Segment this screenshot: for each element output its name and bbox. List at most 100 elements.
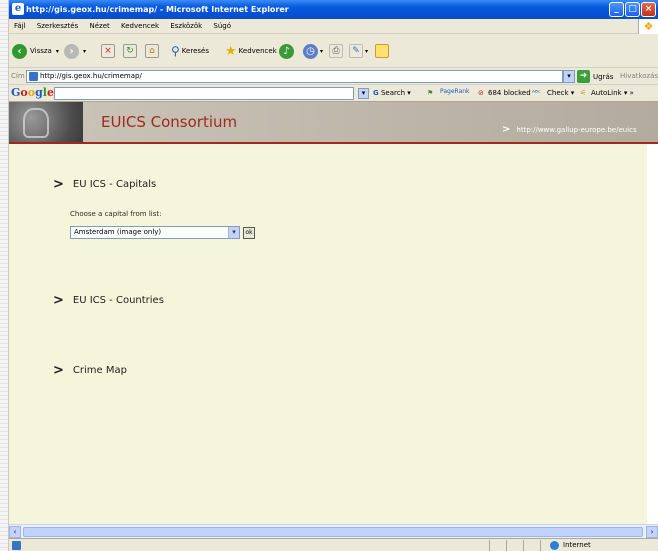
capital-select[interactable]: Amsterdam (image only) ▾ bbox=[70, 226, 240, 239]
status-bar: Internet bbox=[9, 538, 658, 551]
status-divider bbox=[540, 540, 541, 551]
banner-url: http://www.gallup-europe.be/euics bbox=[516, 126, 637, 134]
go-label: Ugrás bbox=[593, 72, 614, 81]
pagerank-icon: ⚑ bbox=[427, 89, 434, 97]
menu-favorites[interactable]: Kedvencek bbox=[121, 22, 159, 30]
section-countries[interactable]: > EU ICS - Countries bbox=[53, 293, 164, 308]
star-icon: ★ bbox=[225, 43, 237, 59]
menu-view[interactable]: Nézet bbox=[89, 22, 109, 30]
zone-label: Internet bbox=[563, 541, 591, 549]
address-dropdown-icon[interactable]: ▾ bbox=[563, 70, 575, 83]
section-crimemap-title: Crime Map bbox=[72, 365, 127, 376]
google-toolbar: Google ▾ ▾ G Search ▾ ⚑ PageRank ⊘ 684 b… bbox=[9, 85, 658, 102]
windows-logo-icon: ❖ bbox=[638, 19, 658, 34]
vertical-scrollbar-area bbox=[647, 144, 658, 524]
history-dropdown-icon[interactable]: ▾ bbox=[320, 48, 323, 55]
stop-icon: × bbox=[101, 44, 115, 58]
google-search-button[interactable]: G Search ▾ bbox=[373, 89, 411, 97]
popup-blocked-count[interactable]: 684 blocked bbox=[488, 89, 531, 97]
check-button[interactable]: Check ▾ bbox=[547, 89, 574, 97]
forward-button[interactable]: › ▾ bbox=[64, 42, 86, 60]
title-bar: e http://gis.geox.hu/crimemap/ - Microso… bbox=[9, 0, 658, 19]
google-logo[interactable]: Google ▾ bbox=[11, 86, 60, 101]
favorites-button[interactable]: ★ Kedvencek bbox=[225, 42, 277, 60]
banner-logo-image bbox=[9, 102, 83, 142]
autolink-button[interactable]: AutoLink ▾ » bbox=[591, 89, 634, 97]
back-arrow-icon: ‹ bbox=[12, 43, 27, 59]
discuss-button[interactable] bbox=[375, 42, 389, 60]
google-search-dropdown-icon[interactable]: ▾ bbox=[358, 88, 369, 99]
browser-window: e http://gis.geox.hu/crimemap/ - Microso… bbox=[0, 0, 658, 551]
favorites-label: Kedvencek bbox=[238, 47, 277, 55]
back-label: Vissza bbox=[30, 47, 52, 55]
history-button[interactable]: ◷ ▾ bbox=[303, 42, 323, 60]
google-search-label: Search bbox=[380, 89, 406, 97]
edit-icon: ✎ bbox=[349, 44, 363, 58]
security-zone: Internet bbox=[550, 539, 591, 551]
choose-capital-label: Choose a capital from list: bbox=[70, 210, 162, 218]
globe-icon bbox=[550, 541, 559, 550]
section-capitals[interactable]: > EU ICS - Capitals bbox=[53, 177, 156, 192]
home-icon: ⌂ bbox=[145, 44, 159, 58]
print-button[interactable]: ⎙ bbox=[329, 42, 343, 60]
status-divider bbox=[506, 540, 507, 551]
section-crimemap[interactable]: > Crime Map bbox=[53, 363, 127, 378]
capital-selected-value: Amsterdam (image only) bbox=[74, 228, 162, 236]
edit-button[interactable]: ✎ ▾ bbox=[349, 42, 368, 60]
refresh-icon: ↻ bbox=[123, 44, 137, 58]
print-icon: ⎙ bbox=[329, 44, 343, 58]
back-button[interactable]: ‹ Vissza ▾ bbox=[12, 42, 59, 60]
media-button[interactable]: ♪ bbox=[279, 42, 294, 60]
links-label[interactable]: Hivatkozások bbox=[620, 72, 658, 80]
standard-toolbar: ‹ Vissza ▾ › ▾ × ↻ ⌂ ⚲ Keresés ★ Kedvenc… bbox=[9, 34, 658, 68]
google-search-input[interactable] bbox=[54, 87, 354, 100]
page-content: > EU ICS - Capitals Choose a capital fro… bbox=[9, 144, 647, 524]
banner-link[interactable]: > http://www.gallup-europe.be/euics bbox=[502, 124, 637, 135]
menu-file[interactable]: Fájl bbox=[14, 22, 26, 30]
spellcheck-icon: ᴬᴮᶜ bbox=[532, 89, 541, 97]
scroll-right-icon[interactable]: › bbox=[646, 526, 658, 538]
search-icon: ⚲ bbox=[171, 44, 180, 58]
stop-button[interactable]: × bbox=[101, 42, 115, 60]
status-divider bbox=[489, 540, 490, 551]
scroll-thumb[interactable] bbox=[23, 527, 643, 537]
media-icon: ♪ bbox=[279, 43, 294, 59]
scroll-left-icon[interactable]: ‹ bbox=[9, 526, 21, 538]
chevron-right-icon: > bbox=[53, 293, 64, 308]
ok-button[interactable]: ok bbox=[243, 227, 255, 239]
search-button[interactable]: ⚲ Keresés bbox=[171, 42, 209, 60]
search-label: Keresés bbox=[181, 47, 209, 55]
menu-tools[interactable]: Eszközök bbox=[170, 22, 202, 30]
menu-help[interactable]: Súgó bbox=[213, 22, 231, 30]
forward-dropdown-icon[interactable]: ▾ bbox=[83, 48, 86, 55]
banner-title: EUICS Consortium bbox=[101, 113, 238, 131]
ie-icon: e bbox=[12, 3, 24, 15]
address-url: http://gis.geox.hu/crimemap/ bbox=[40, 72, 142, 80]
go-button[interactable]: ➜ Ugrás bbox=[577, 70, 613, 83]
chevron-right-icon: > bbox=[53, 363, 64, 378]
edit-dropdown-icon[interactable]: ▾ bbox=[365, 48, 368, 55]
chevron-right-icon: > bbox=[53, 177, 64, 192]
horizontal-scrollbar[interactable]: ‹ › bbox=[9, 524, 658, 538]
home-button[interactable]: ⌂ bbox=[145, 42, 159, 60]
refresh-button[interactable]: ↻ bbox=[123, 42, 137, 60]
menu-bar: Fájl Szerkesztés Nézet Kedvencek Eszközö… bbox=[9, 19, 658, 34]
maximize-button[interactable]: □ bbox=[625, 2, 640, 17]
page-icon bbox=[29, 72, 38, 81]
forward-arrow-icon: › bbox=[64, 43, 79, 59]
pagerank-label[interactable]: PageRank bbox=[440, 88, 470, 95]
menu-edit[interactable]: Szerkesztés bbox=[37, 22, 78, 30]
back-dropdown-icon[interactable]: ▾ bbox=[56, 48, 59, 55]
section-countries-title: EU ICS - Countries bbox=[72, 295, 164, 306]
address-input[interactable]: http://gis.geox.hu/crimemap/ bbox=[26, 70, 563, 83]
site-banner: EUICS Consortium > http://www.gallup-euro… bbox=[9, 102, 658, 142]
minimize-button[interactable]: _ bbox=[609, 2, 624, 17]
banner-chevron-icon: > bbox=[502, 124, 511, 135]
chevron-down-icon: ▾ bbox=[228, 227, 239, 238]
check-label: Check bbox=[547, 89, 569, 97]
popup-blocker-icon: ⊘ bbox=[478, 89, 484, 97]
status-divider bbox=[523, 540, 524, 551]
window-title: http://gis.geox.hu/crimemap/ - Microsoft… bbox=[26, 5, 289, 14]
discuss-icon bbox=[375, 44, 389, 58]
close-button[interactable]: × bbox=[641, 2, 656, 17]
